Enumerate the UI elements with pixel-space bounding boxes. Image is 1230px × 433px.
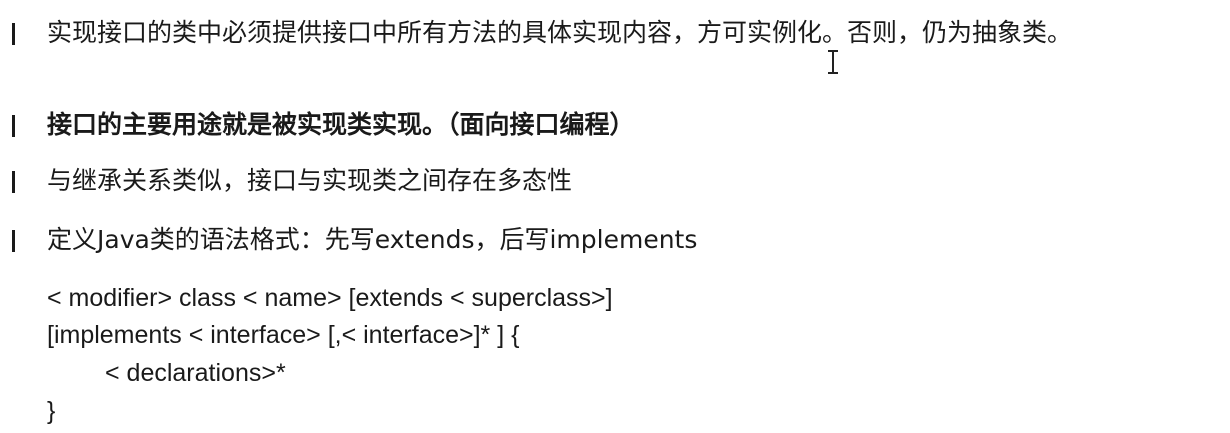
slide: 实现接口的类中必须提供接口中所有方法的具体实现内容，方可实例化。否则，仍为抽象类… — [0, 0, 1230, 433]
syntax-line-4: } — [47, 397, 56, 425]
bullet-item-4: 定义Java类的语法格式：先写extends，后写implements — [8, 223, 1218, 259]
bullet-text-4: 定义Java类的语法格式：先写extends，后写implements — [47, 225, 698, 254]
syntax-line-2: [implements < interface> [,< interface>]… — [47, 321, 520, 349]
bullet-text-2: 接口的主要用途就是被实现类实现。（面向接口编程） — [47, 110, 635, 139]
bullet-marker — [12, 230, 15, 252]
bullet-item-2: 接口的主要用途就是被实现类实现。（面向接口编程） — [8, 108, 1218, 144]
text-cursor-icon — [828, 50, 838, 74]
bullet-marker — [12, 171, 15, 193]
bullet-item-1: 实现接口的类中必须提供接口中所有方法的具体实现内容，方可实例化。否则，仍为抽象类… — [8, 16, 1218, 86]
syntax-line-3: < declarations>* — [105, 359, 286, 387]
bullet-marker — [12, 23, 15, 45]
syntax-line-1: < modifier> class < name> [extends < sup… — [47, 284, 613, 312]
bullet-text-3: 与继承关系类似，接口与实现类之间存在多态性 — [47, 166, 573, 195]
bullet-item-3: 与继承关系类似，接口与实现类之间存在多态性 — [8, 164, 1218, 200]
bullet-marker — [12, 115, 15, 137]
bullet-text-1: 实现接口的类中必须提供接口中所有方法的具体实现内容，方可实例化。否则，仍为抽象类… — [47, 18, 1073, 47]
